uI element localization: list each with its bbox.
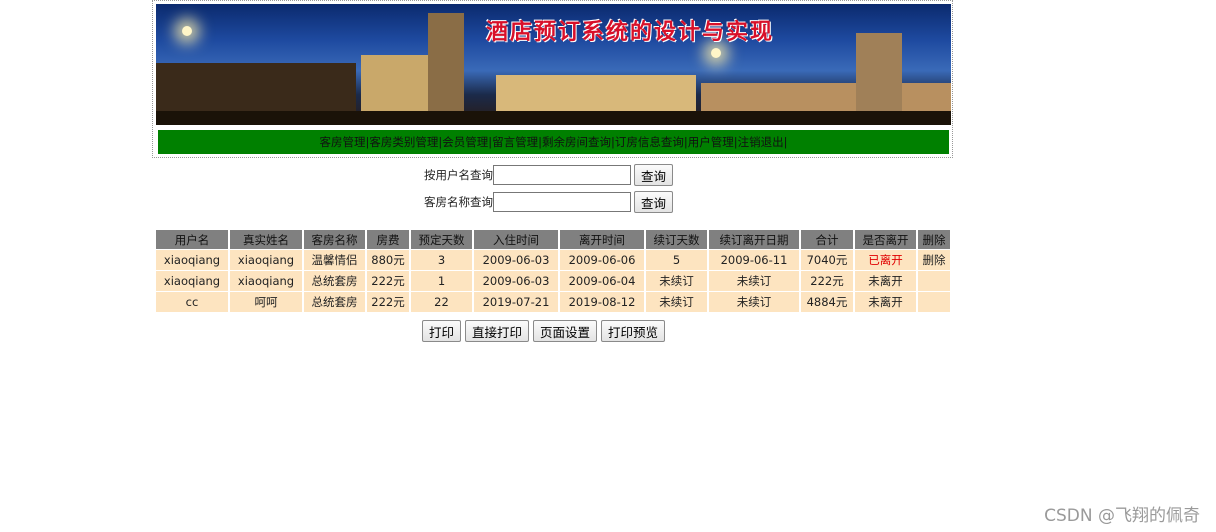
cell-extend-days: 未续订 [646,271,707,291]
col-room-name: 客房名称 [304,230,365,249]
cell-username: xiaoqiang [156,271,228,291]
cell-room-name: 总统套房 [304,292,365,312]
cell-check-out: 2009-06-06 [560,250,644,270]
header-frame: 酒店预订系统的设计与实现 客房管理| 客房类别管理| 会员管理| 留言管理| 剩… [152,0,953,158]
cell-left-status: 已离开 [855,250,916,270]
church-tower [428,13,464,125]
cell-room-fee: 222元 [367,292,409,312]
cell-left-status: 未离开 [855,292,916,312]
cell-real-name: xiaoqiang [230,250,302,270]
cell-check-out: 2009-06-04 [560,271,644,291]
col-check-in: 入住时间 [474,230,558,249]
room-search-label: 客房名称查询 [424,195,493,209]
cell-extend-date: 未续订 [709,271,799,291]
col-extend-date: 续订离开日期 [709,230,799,249]
page-setup-button[interactable]: 页面设置 [533,320,598,342]
nav-booking-query[interactable]: 订房信息查询| [615,134,688,150]
cell-extend-days: 5 [646,250,707,270]
col-room-fee: 房费 [367,230,409,249]
cell-check-in: 2009-06-03 [474,271,558,291]
watermark: CSDN @飞翔的佩奇 [1044,506,1200,526]
nav-remaining-rooms[interactable]: 剩余房间查询| [542,134,615,150]
cell-check-in: 2019-07-21 [474,292,558,312]
cell-delete [918,271,950,291]
delete-link[interactable]: 删除 [918,250,950,270]
booking-table: 用户名 真实姓名 客房名称 房费 预定天数 入住时间 离开时间 续订天数 续订离… [154,229,952,313]
cell-room-fee: 880元 [367,250,409,270]
cell-room-fee: 222元 [367,271,409,291]
table-header-row: 用户名 真实姓名 客房名称 房费 预定天数 入住时间 离开时间 续订天数 续订离… [156,230,950,249]
cell-room-name: 总统套房 [304,271,365,291]
cell-total: 222元 [801,271,853,291]
col-booked-days: 预定天数 [411,230,472,249]
table-row: xiaoqiang xiaoqiang 总统套房 222元 1 2009-06-… [156,271,950,291]
col-total: 合计 [801,230,853,249]
cell-real-name: xiaoqiang [230,271,302,291]
river-bank [156,111,951,125]
main-nav: 客房管理| 客房类别管理| 会员管理| 留言管理| 剩余房间查询| 订房信息查询… [158,130,949,154]
col-delete: 删除 [918,230,950,249]
cell-room-name: 温馨情侣 [304,250,365,270]
username-search-button[interactable]: 查询 [634,164,674,186]
search-by-username: 按用户名查询 查询 [424,164,674,186]
cell-check-in: 2009-06-03 [474,250,558,270]
cell-username: xiaoqiang [156,250,228,270]
room-search-button[interactable]: 查询 [634,191,674,213]
print-button[interactable]: 打印 [422,320,462,342]
col-username: 用户名 [156,230,228,249]
nav-room-management[interactable]: 客房管理| [320,134,370,150]
nav-message-management[interactable]: 留言管理| [492,134,542,150]
nav-room-category-management[interactable]: 客房类别管理| [369,134,442,150]
username-search-input[interactable] [493,165,631,185]
table-row: cc 呵呵 总统套房 222元 22 2019-07-21 2019-08-12… [156,292,950,312]
cell-delete [918,292,950,312]
nav-member-management[interactable]: 会员管理| [442,134,492,150]
cell-total: 4884元 [801,292,853,312]
cell-extend-days: 未续订 [646,292,707,312]
street-lamp-left [182,26,192,36]
col-left: 是否离开 [855,230,916,249]
table-row: xiaoqiang xiaoqiang 温馨情侣 880元 3 2009-06-… [156,250,950,270]
print-toolbar: 打印 直接打印 页面设置 打印预览 [422,320,666,342]
col-check-out: 离开时间 [560,230,644,249]
cell-booked-days: 22 [411,292,472,312]
direct-print-button[interactable]: 直接打印 [465,320,530,342]
room-search-input[interactable] [493,192,631,212]
search-by-room: 客房名称查询 查询 [424,191,674,213]
col-extend-days: 续订天数 [646,230,707,249]
cell-check-out: 2019-08-12 [560,292,644,312]
site-title: 酒店预订系统的设计与实现 [486,19,775,45]
cell-booked-days: 3 [411,250,472,270]
banner-image: 酒店预订系统的设计与实现 [156,4,951,125]
street-lamp-mid [711,48,721,58]
nav-logout[interactable]: 注销退出| [738,134,788,150]
cell-real-name: 呵呵 [230,292,302,312]
print-preview-button[interactable]: 打印预览 [601,320,666,342]
nav-user-management[interactable]: 用户管理| [688,134,738,150]
col-real-name: 真实姓名 [230,230,302,249]
cell-extend-date: 未续订 [709,292,799,312]
cell-extend-date: 2009-06-11 [709,250,799,270]
cell-left-status: 未离开 [855,271,916,291]
cell-username: cc [156,292,228,312]
cell-total: 7040元 [801,250,853,270]
username-search-label: 按用户名查询 [424,168,493,182]
cell-booked-days: 1 [411,271,472,291]
